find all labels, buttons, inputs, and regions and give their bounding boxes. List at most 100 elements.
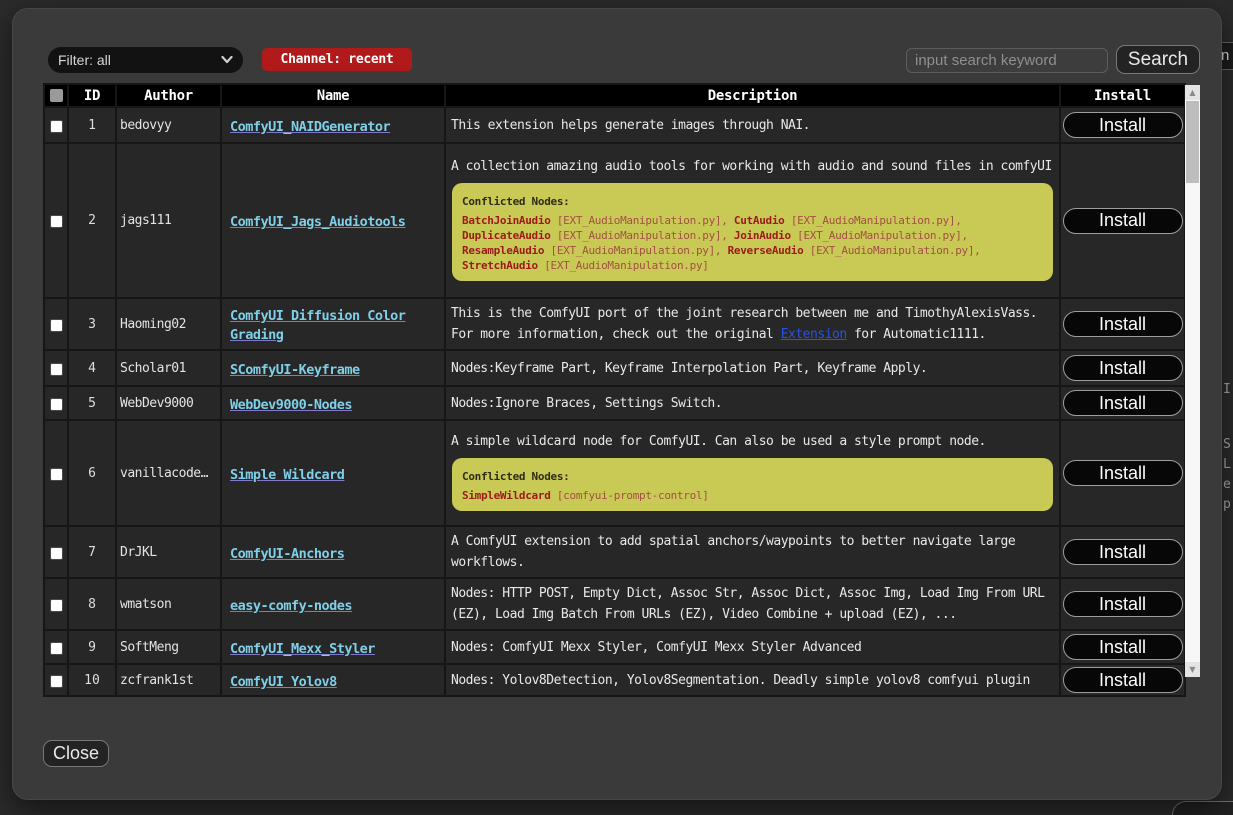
row-author: zcfrank1st bbox=[116, 664, 221, 696]
install-button[interactable]: Install bbox=[1063, 591, 1183, 617]
header-install: Install bbox=[1060, 84, 1185, 107]
header-id: ID bbox=[68, 84, 116, 107]
row-checkbox[interactable] bbox=[50, 599, 63, 612]
install-button[interactable]: Install bbox=[1063, 355, 1183, 381]
row-checkbox[interactable] bbox=[50, 675, 63, 688]
close-button[interactable]: Close bbox=[43, 740, 109, 767]
scroll-up-icon: ▲ bbox=[1189, 88, 1195, 97]
background-menu-fragment: L bbox=[1223, 457, 1231, 472]
conflicted-nodes-box: Conflicted Nodes: BatchJoinAudio [EXT_Au… bbox=[452, 183, 1053, 281]
row-author: bedovyy bbox=[116, 107, 221, 143]
install-button[interactable]: Install bbox=[1063, 390, 1183, 416]
background-menu-fragment: I bbox=[1223, 382, 1231, 397]
row-checkbox[interactable] bbox=[50, 120, 63, 133]
row-description: Nodes:Ignore Braces, Settings Switch. bbox=[445, 386, 1060, 420]
row-checkbox[interactable] bbox=[50, 319, 63, 332]
row-id: 2 bbox=[68, 143, 116, 298]
row-description: Nodes: HTTP POST, Empty Dict, Assoc Str,… bbox=[445, 578, 1060, 630]
extension-name-link[interactable]: ComfyUI Diffusion Color Grading bbox=[230, 308, 405, 343]
row-author: DrJKL bbox=[116, 526, 221, 578]
table-row: 10 zcfrank1st ComfyUI Yolov8 Nodes: Yolo… bbox=[44, 664, 1185, 696]
row-checkbox[interactable] bbox=[50, 215, 63, 228]
extension-name-link[interactable]: Simple Wildcard bbox=[230, 467, 344, 483]
extension-link[interactable]: Extension bbox=[781, 327, 847, 342]
extension-name-link[interactable]: easy-comfy-nodes bbox=[230, 598, 352, 614]
search-button[interactable]: Search bbox=[1116, 45, 1200, 74]
row-id: 7 bbox=[68, 526, 116, 578]
scroll-up-button[interactable]: ▲ bbox=[1185, 85, 1200, 100]
select-all-checkbox[interactable] bbox=[50, 89, 63, 102]
search-input[interactable] bbox=[906, 48, 1108, 73]
row-checkbox[interactable] bbox=[50, 468, 63, 481]
filter-select[interactable]: Filter: all bbox=[48, 47, 243, 73]
extensions-table: ID Author Name Description Install 1 bed… bbox=[43, 83, 1186, 697]
row-author: SoftMeng bbox=[116, 630, 221, 664]
background-menu-fragment: p bbox=[1223, 497, 1231, 512]
install-button[interactable]: Install bbox=[1063, 112, 1183, 138]
conflict-title: Conflicted Nodes: bbox=[462, 466, 1043, 487]
row-author: vanillacode… bbox=[116, 420, 221, 526]
header-author: Author bbox=[116, 84, 221, 107]
row-description: This is the ComfyUI port of the joint re… bbox=[445, 298, 1060, 350]
channel-badge: Channel: recent bbox=[262, 48, 412, 71]
row-description: This extension helps generate images thr… bbox=[445, 107, 1060, 143]
row-description: A ComfyUI extension to add spatial ancho… bbox=[445, 526, 1060, 578]
table-row: 6 vanillacode… Simple Wildcard A simple … bbox=[44, 420, 1185, 526]
chevron-down-icon bbox=[221, 55, 233, 64]
extension-name-link[interactable]: WebDev9000-Nodes bbox=[230, 397, 352, 413]
install-button[interactable]: Install bbox=[1063, 208, 1183, 234]
row-id: 6 bbox=[68, 420, 116, 526]
conflict-items: BatchJoinAudio [EXT_AudioManipulation.py… bbox=[462, 213, 1043, 273]
row-checkbox[interactable] bbox=[50, 398, 63, 411]
scroll-down-icon: ▼ bbox=[1189, 665, 1195, 674]
table-row: 7 DrJKL ComfyUI-Anchors A ComfyUI extens… bbox=[44, 526, 1185, 578]
conflict-title: Conflicted Nodes: bbox=[462, 191, 1043, 212]
extension-name-link[interactable]: ComfyUI_Mexx_Styler bbox=[230, 641, 375, 657]
row-checkbox[interactable] bbox=[50, 642, 63, 655]
row-author: Haoming02 bbox=[116, 298, 221, 350]
row-id: 5 bbox=[68, 386, 116, 420]
filter-select-value: Filter: all bbox=[58, 52, 111, 68]
table-row: 3 Haoming02 ComfyUI Diffusion Color Grad… bbox=[44, 298, 1185, 350]
scrollbar-thumb[interactable] bbox=[1186, 101, 1199, 183]
row-checkbox[interactable] bbox=[50, 363, 63, 376]
extension-name-link[interactable]: ComfyUI_Jags_Audiotools bbox=[230, 214, 405, 230]
table-row: 9 SoftMeng ComfyUI_Mexx_Styler Nodes: Co… bbox=[44, 630, 1185, 664]
background-menu-fragment: S bbox=[1223, 437, 1231, 452]
row-description: Nodes: Yolov8Detection, Yolov8Segmentati… bbox=[445, 664, 1060, 696]
row-checkbox[interactable] bbox=[50, 547, 63, 560]
row-author: Scholar01 bbox=[116, 350, 221, 386]
row-description: A simple wildcard node for ComfyUI. Can … bbox=[445, 420, 1060, 526]
background-menu-fragment: e bbox=[1223, 477, 1231, 492]
extension-name-link[interactable]: ComfyUI-Anchors bbox=[230, 546, 344, 562]
background-pill-fragment bbox=[1172, 801, 1233, 815]
table-row: 1 bedovyy ComfyUI_NAIDGenerator This ext… bbox=[44, 107, 1185, 143]
row-id: 10 bbox=[68, 664, 116, 696]
table-row: 5 WebDev9000 WebDev9000-Nodes Nodes:Igno… bbox=[44, 386, 1185, 420]
install-button[interactable]: Install bbox=[1063, 667, 1183, 693]
install-button[interactable]: Install bbox=[1063, 460, 1183, 486]
row-description: Nodes:Keyframe Part, Keyframe Interpolat… bbox=[445, 350, 1060, 386]
extension-name-link[interactable]: ComfyUI Yolov8 bbox=[230, 674, 337, 690]
row-id: 8 bbox=[68, 578, 116, 630]
install-button[interactable]: Install bbox=[1063, 539, 1183, 565]
install-button[interactable]: Install bbox=[1063, 311, 1183, 337]
table-row: 2 jags111 ComfyUI_Jags_Audiotools A coll… bbox=[44, 143, 1185, 298]
table-row: 8 wmatson easy-comfy-nodes Nodes: HTTP P… bbox=[44, 578, 1185, 630]
table-scrollbar[interactable]: ▲ ▼ bbox=[1185, 85, 1200, 677]
row-id: 9 bbox=[68, 630, 116, 664]
table-row: 4 Scholar01 SComfyUI-Keyframe Nodes:Keyf… bbox=[44, 350, 1185, 386]
conflicted-nodes-box: Conflicted Nodes: SimpleWildcard [comfyu… bbox=[452, 458, 1053, 511]
row-id: 3 bbox=[68, 298, 116, 350]
row-id: 1 bbox=[68, 107, 116, 143]
row-author: jags111 bbox=[116, 143, 221, 298]
row-author: WebDev9000 bbox=[116, 386, 221, 420]
row-id: 4 bbox=[68, 350, 116, 386]
row-author: wmatson bbox=[116, 578, 221, 630]
row-description: Nodes: ComfyUI Mexx Styler, ComfyUI Mexx… bbox=[445, 630, 1060, 664]
extension-name-link[interactable]: ComfyUI_NAIDGenerator bbox=[230, 119, 390, 135]
extension-name-link[interactable]: SComfyUI-Keyframe bbox=[230, 362, 360, 378]
install-button[interactable]: Install bbox=[1063, 634, 1183, 660]
install-custom-nodes-dialog: Filter: all Channel: recent Search ID Au… bbox=[12, 8, 1222, 800]
scroll-down-button[interactable]: ▼ bbox=[1185, 662, 1200, 677]
